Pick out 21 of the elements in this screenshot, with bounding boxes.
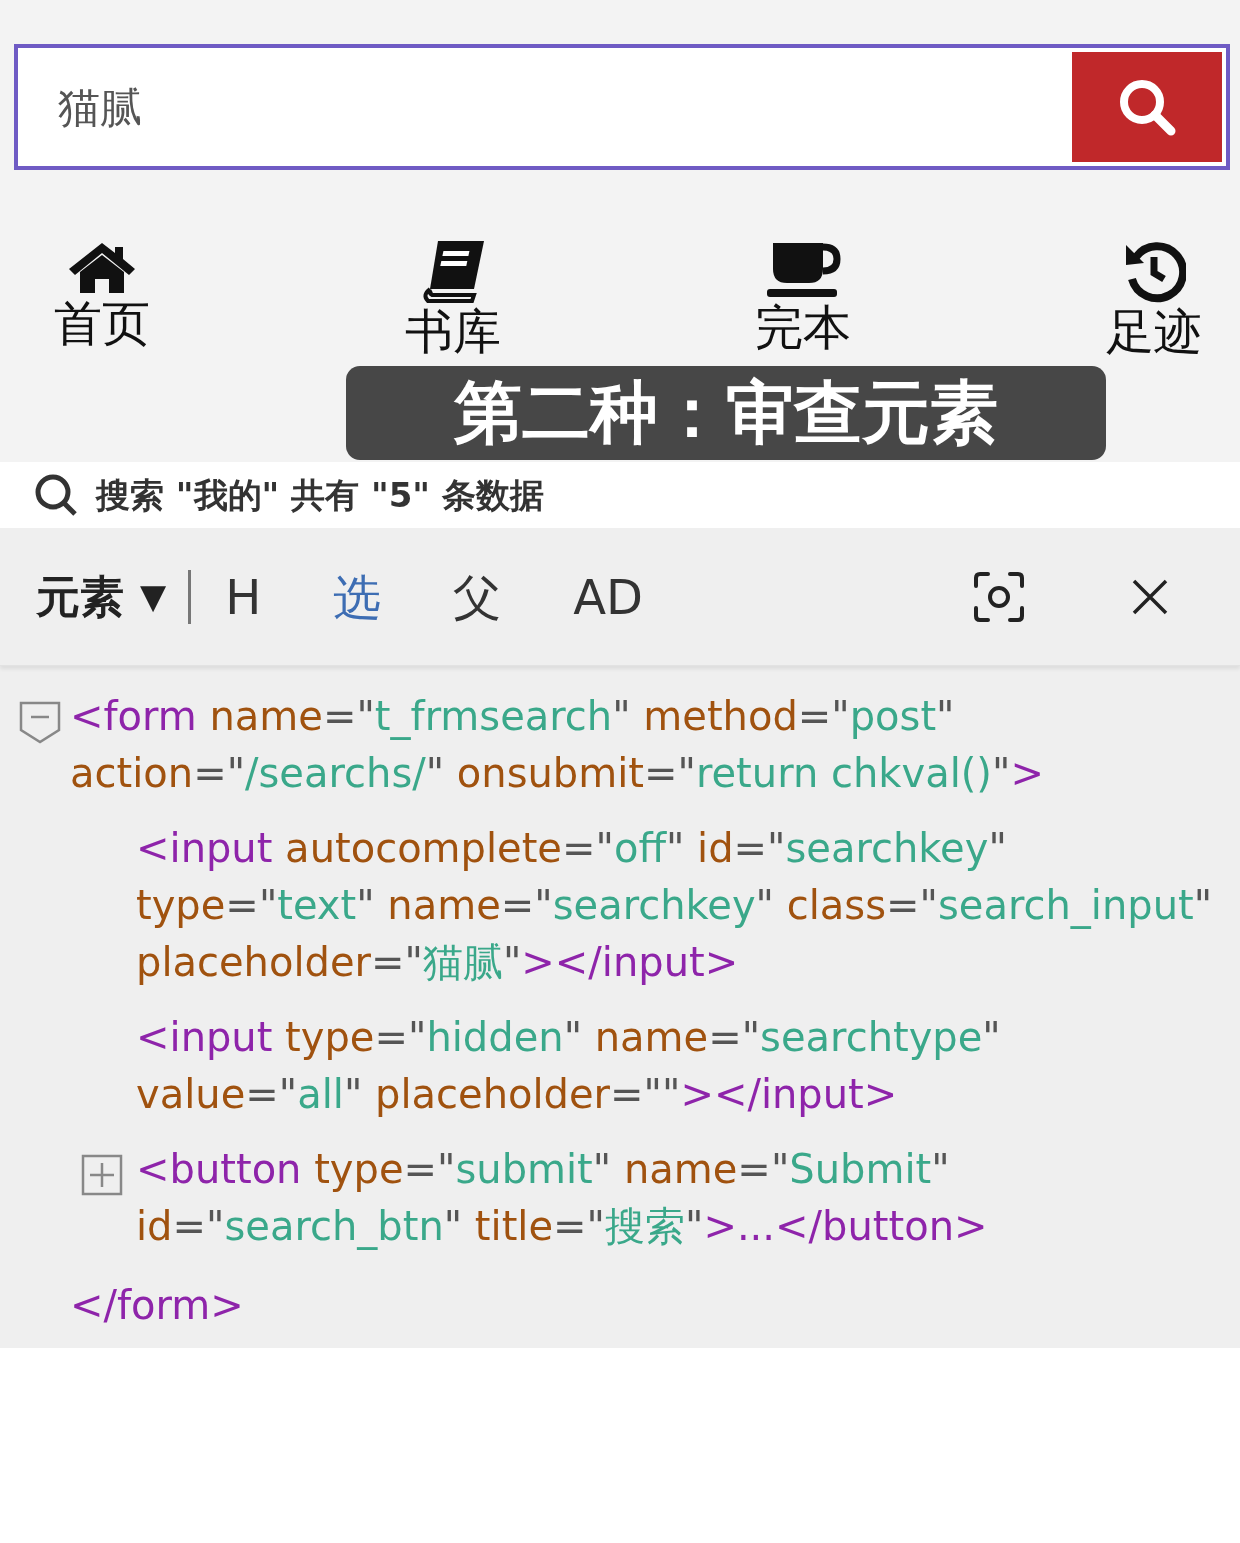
code-line: <button type="submit" name="Submit" id="search_btn" title="搜索">...</button> [136,1145,989,1252]
code-line: <input type="hidden" name="searchtype" value="all" placeholder=""></input> [136,1013,1002,1119]
nav-item[interactable]: 书库 [398,238,507,359]
caption-banner: 第二种：审查元素 [346,366,1106,460]
search-icon [34,473,78,517]
toolbar-tab[interactable]: 父 [453,560,502,633]
toolbar-tab[interactable]: 选 [333,560,382,633]
code-line: <form name="t_frmsearch" method="post" action="/searchs/" onsubmit="return chkval()"> [70,692,1045,798]
mode-dropdown[interactable]: 元素 ▼ [36,563,167,630]
code-line: </form> [70,1281,244,1330]
toolbar-tab[interactable]: H [225,560,262,633]
screenshot-button[interactable] [972,569,1026,624]
collapse-icon[interactable] [18,700,62,744]
nav-item[interactable]: 完本 [749,238,858,359]
search-button[interactable] [1072,52,1222,162]
nav-item[interactable]: 足迹 [1099,238,1208,359]
expand-icon[interactable] [80,1153,124,1197]
result-summary: 搜索 "我的" 共有 "5" 条数据 [96,473,544,517]
toolbar-tab[interactable]: AD [573,560,644,633]
code-line: <input autocomplete="off" id="searchkey" type="text" name="searchkey" class="search_input" placeholder="猫腻"></input> [136,824,1214,987]
nav-item[interactable]: 首页 [48,238,156,359]
